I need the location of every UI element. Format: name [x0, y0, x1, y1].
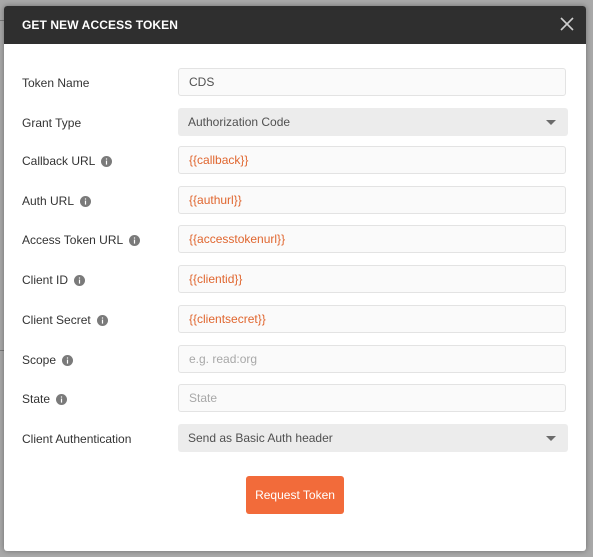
client-authentication-value: Send as Basic Auth header — [188, 431, 333, 445]
info-icon[interactable] — [74, 274, 86, 286]
token-name-input[interactable]: CDS — [178, 68, 566, 96]
grant-type-row: Grant Type Authorization Code — [4, 108, 586, 138]
grant-type-label-text: Grant Type — [22, 116, 82, 130]
client-id-row: Client ID {{clientid}} — [4, 265, 586, 295]
access-token-url-label-text: Access Token URL — [22, 233, 124, 247]
info-icon[interactable] — [56, 393, 68, 405]
request-token-button[interactable]: Request Token — [246, 476, 344, 514]
client-id-label-text: Client ID — [22, 273, 69, 287]
scope-input[interactable]: e.g. read:org — [178, 345, 566, 373]
info-icon[interactable] — [101, 155, 113, 167]
callback-url-label-text: Callback URL — [22, 154, 96, 168]
info-icon[interactable] — [129, 234, 141, 246]
close-icon — [560, 17, 574, 31]
chevron-down-icon — [546, 436, 556, 441]
info-icon[interactable] — [96, 314, 108, 326]
chevron-down-icon — [546, 120, 556, 125]
client-secret-label: Client Secret — [22, 313, 108, 327]
auth-url-row: Auth URL {{authurl}} — [4, 186, 586, 216]
client-authentication-label: Client Authentication — [22, 432, 131, 446]
grant-type-label: Grant Type — [22, 116, 81, 130]
state-input[interactable]: State — [178, 384, 566, 412]
get-access-token-modal: GET NEW ACCESS TOKEN Token Name CDS Gran… — [4, 6, 586, 551]
client-authentication-select[interactable]: Send as Basic Auth header — [178, 424, 568, 452]
grant-type-select[interactable]: Authorization Code — [178, 108, 568, 136]
scope-label-text: Scope — [22, 353, 57, 367]
client-secret-input[interactable]: {{clientsecret}} — [178, 305, 566, 333]
client-secret-row: Client Secret {{clientsecret}} — [4, 305, 586, 335]
auth-url-label-text: Auth URL — [22, 194, 75, 208]
client-authentication-row: Client Authentication Send as Basic Auth… — [4, 424, 586, 454]
auth-url-label: Auth URL — [22, 194, 92, 208]
access-token-url-row: Access Token URL {{accesstokenurl}} — [4, 225, 586, 255]
token-name-row: Token Name CDS — [4, 68, 586, 98]
client-secret-label-text: Client Secret — [22, 313, 91, 327]
grant-type-value: Authorization Code — [188, 115, 291, 129]
info-icon[interactable] — [62, 354, 74, 366]
client-id-label: Client ID — [22, 273, 86, 287]
client-id-input[interactable]: {{clientid}} — [178, 265, 566, 293]
callback-url-row: Callback URL {{callback}} — [4, 146, 586, 176]
close-button[interactable] — [557, 14, 577, 34]
token-name-label-text: Token Name — [22, 76, 90, 90]
info-icon[interactable] — [80, 195, 92, 207]
state-row: State State — [4, 384, 586, 414]
scope-label: Scope — [22, 353, 74, 367]
callback-url-label: Callback URL — [22, 154, 113, 168]
access-token-url-label: Access Token URL — [22, 233, 141, 247]
modal-header: GET NEW ACCESS TOKEN — [4, 6, 586, 44]
state-label: State — [22, 392, 68, 406]
state-label-text: State — [22, 392, 51, 406]
modal-title: GET NEW ACCESS TOKEN — [22, 18, 179, 32]
callback-url-input[interactable]: {{callback}} — [178, 146, 566, 174]
scope-row: Scope e.g. read:org — [4, 345, 586, 375]
client-authentication-label-text: Client Authentication — [22, 432, 132, 446]
token-name-label: Token Name — [22, 76, 89, 90]
access-token-url-input[interactable]: {{accesstokenurl}} — [178, 225, 566, 253]
auth-url-input[interactable]: {{authurl}} — [178, 186, 566, 214]
